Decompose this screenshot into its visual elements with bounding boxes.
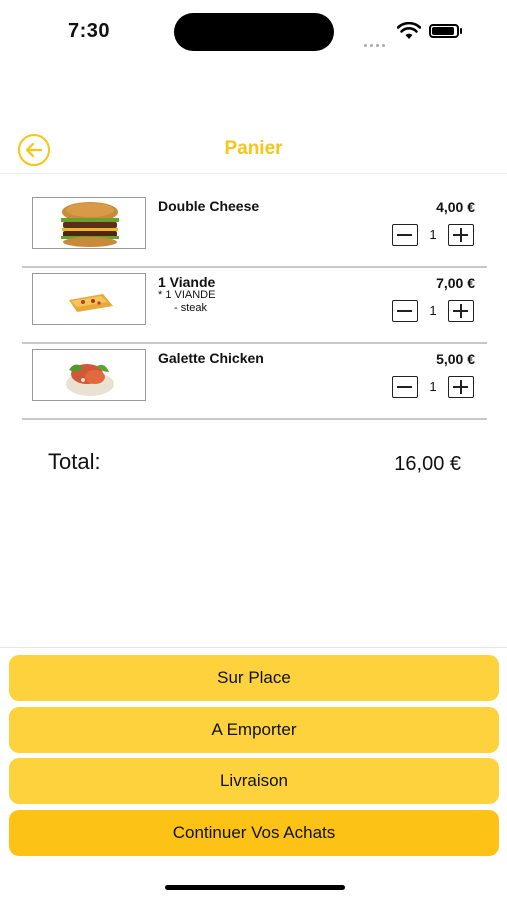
item-price: 4,00 € <box>436 199 475 215</box>
item-option: * 1 VIANDE <box>158 289 216 301</box>
total-label: Total: <box>48 449 101 474</box>
quantity-stepper: 1 <box>392 224 478 246</box>
item-name: 1 Viande <box>158 274 216 290</box>
viande-image <box>32 273 146 325</box>
cart-item: Double Cheese 4,00 € 1 <box>22 190 487 268</box>
decrease-button[interactable] <box>392 300 418 322</box>
dynamic-island <box>174 13 334 51</box>
quantity-value: 1 <box>429 303 437 318</box>
item-name: Galette Chicken <box>158 350 264 366</box>
status-time: 7:30 <box>68 20 111 42</box>
quantity-value: 1 <box>429 227 437 242</box>
item-option-detail: - steak <box>174 302 208 314</box>
continue-shopping-button[interactable]: Continuer Vos Achats <box>9 810 499 856</box>
sur-place-button[interactable]: Sur Place <box>9 655 499 701</box>
status-bar: 7:30 <box>0 0 507 60</box>
item-name: Double Cheese <box>158 198 260 214</box>
burger-image <box>32 197 146 249</box>
increase-button[interactable] <box>448 224 474 246</box>
total-value: 16,00 € <box>394 453 461 475</box>
cart-item: 1 Viande * 1 VIANDE - steak 7,00 € 1 <box>22 266 487 344</box>
wifi-icon <box>397 22 421 39</box>
quantity-value: 1 <box>429 379 437 394</box>
increase-button[interactable] <box>448 300 474 322</box>
item-price: 7,00 € <box>436 275 475 291</box>
cart-item: Galette Chicken 5,00 € 1 <box>22 342 487 420</box>
divider <box>0 647 507 648</box>
galette-image <box>32 349 146 401</box>
quantity-stepper: 1 <box>392 376 478 398</box>
livraison-button[interactable]: Livraison <box>9 758 499 804</box>
home-indicator[interactable] <box>165 885 345 890</box>
nav-bar: Panier <box>0 125 507 174</box>
a-emporter-button[interactable]: A Emporter <box>9 707 499 753</box>
page-title: Panier <box>224 138 283 159</box>
signal-icon <box>364 34 388 52</box>
item-price: 5,00 € <box>436 351 475 367</box>
quantity-stepper: 1 <box>392 300 478 322</box>
increase-button[interactable] <box>448 376 474 398</box>
battery-tip <box>460 28 462 34</box>
decrease-button[interactable] <box>392 376 418 398</box>
decrease-button[interactable] <box>392 224 418 246</box>
battery-icon <box>429 24 459 38</box>
